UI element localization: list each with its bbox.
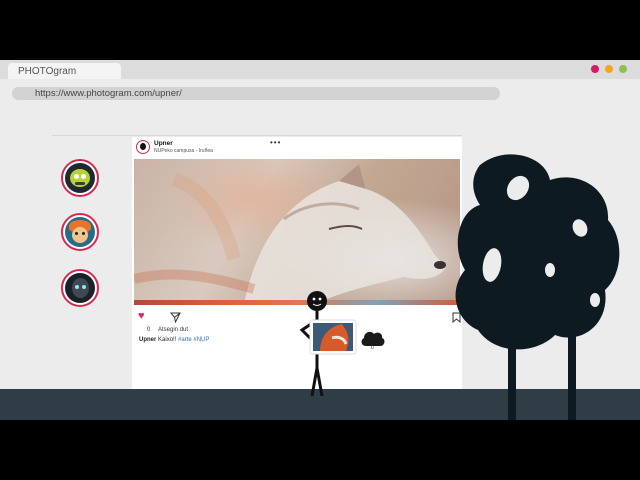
browser-tab[interactable]: PHOTOgram [8,63,121,79]
story-avatar-1[interactable] [61,159,99,197]
post-caption: Upner Kaixo!! #arte #NUP [139,337,209,343]
address-bar[interactable]: https://www.photogram.com/upner/ [12,87,500,100]
fox-illustration [134,164,446,305]
address-url: https://www.photogram.com/upner/ [35,88,182,99]
scene: PHOTOgram https://www.photogram.com/upne… [0,60,640,420]
post-location[interactable]: NUPeko campusa - Iruñea [154,148,213,154]
likes-count: 0 [147,327,151,333]
page-divider [52,135,462,136]
heart-icon[interactable]: ♥ [138,311,145,322]
browser-titlebar: PHOTOgram [0,60,640,79]
likes-label[interactable]: Atsegin dut [158,327,188,333]
story-avatar-2-image [65,217,95,247]
upload-count: 0 [371,345,374,351]
caption-username[interactable]: Upner [139,337,156,343]
story-avatar-1-image [65,163,95,193]
tree-silhouette [455,154,620,420]
post-options-icon[interactable]: ••• [270,139,281,147]
window-maximize-dot[interactable] [619,65,627,73]
caption-text: Kaixo!! [158,337,177,343]
window-minimize-dot[interactable] [605,65,613,73]
story-avatar-3-image [65,273,95,303]
character-figure [299,291,357,397]
window-close-dot[interactable] [591,65,599,73]
post-photo[interactable] [134,159,460,305]
post-username[interactable]: Upner [154,140,173,147]
browser-tab-title: PHOTOgram [18,66,77,77]
post-author-avatar[interactable] [136,140,150,154]
story-avatar-3[interactable] [61,269,99,307]
story-avatar-2[interactable] [61,213,99,251]
send-icon[interactable] [170,312,181,323]
caption-hashtags[interactable]: #arte #NUP [178,337,209,343]
